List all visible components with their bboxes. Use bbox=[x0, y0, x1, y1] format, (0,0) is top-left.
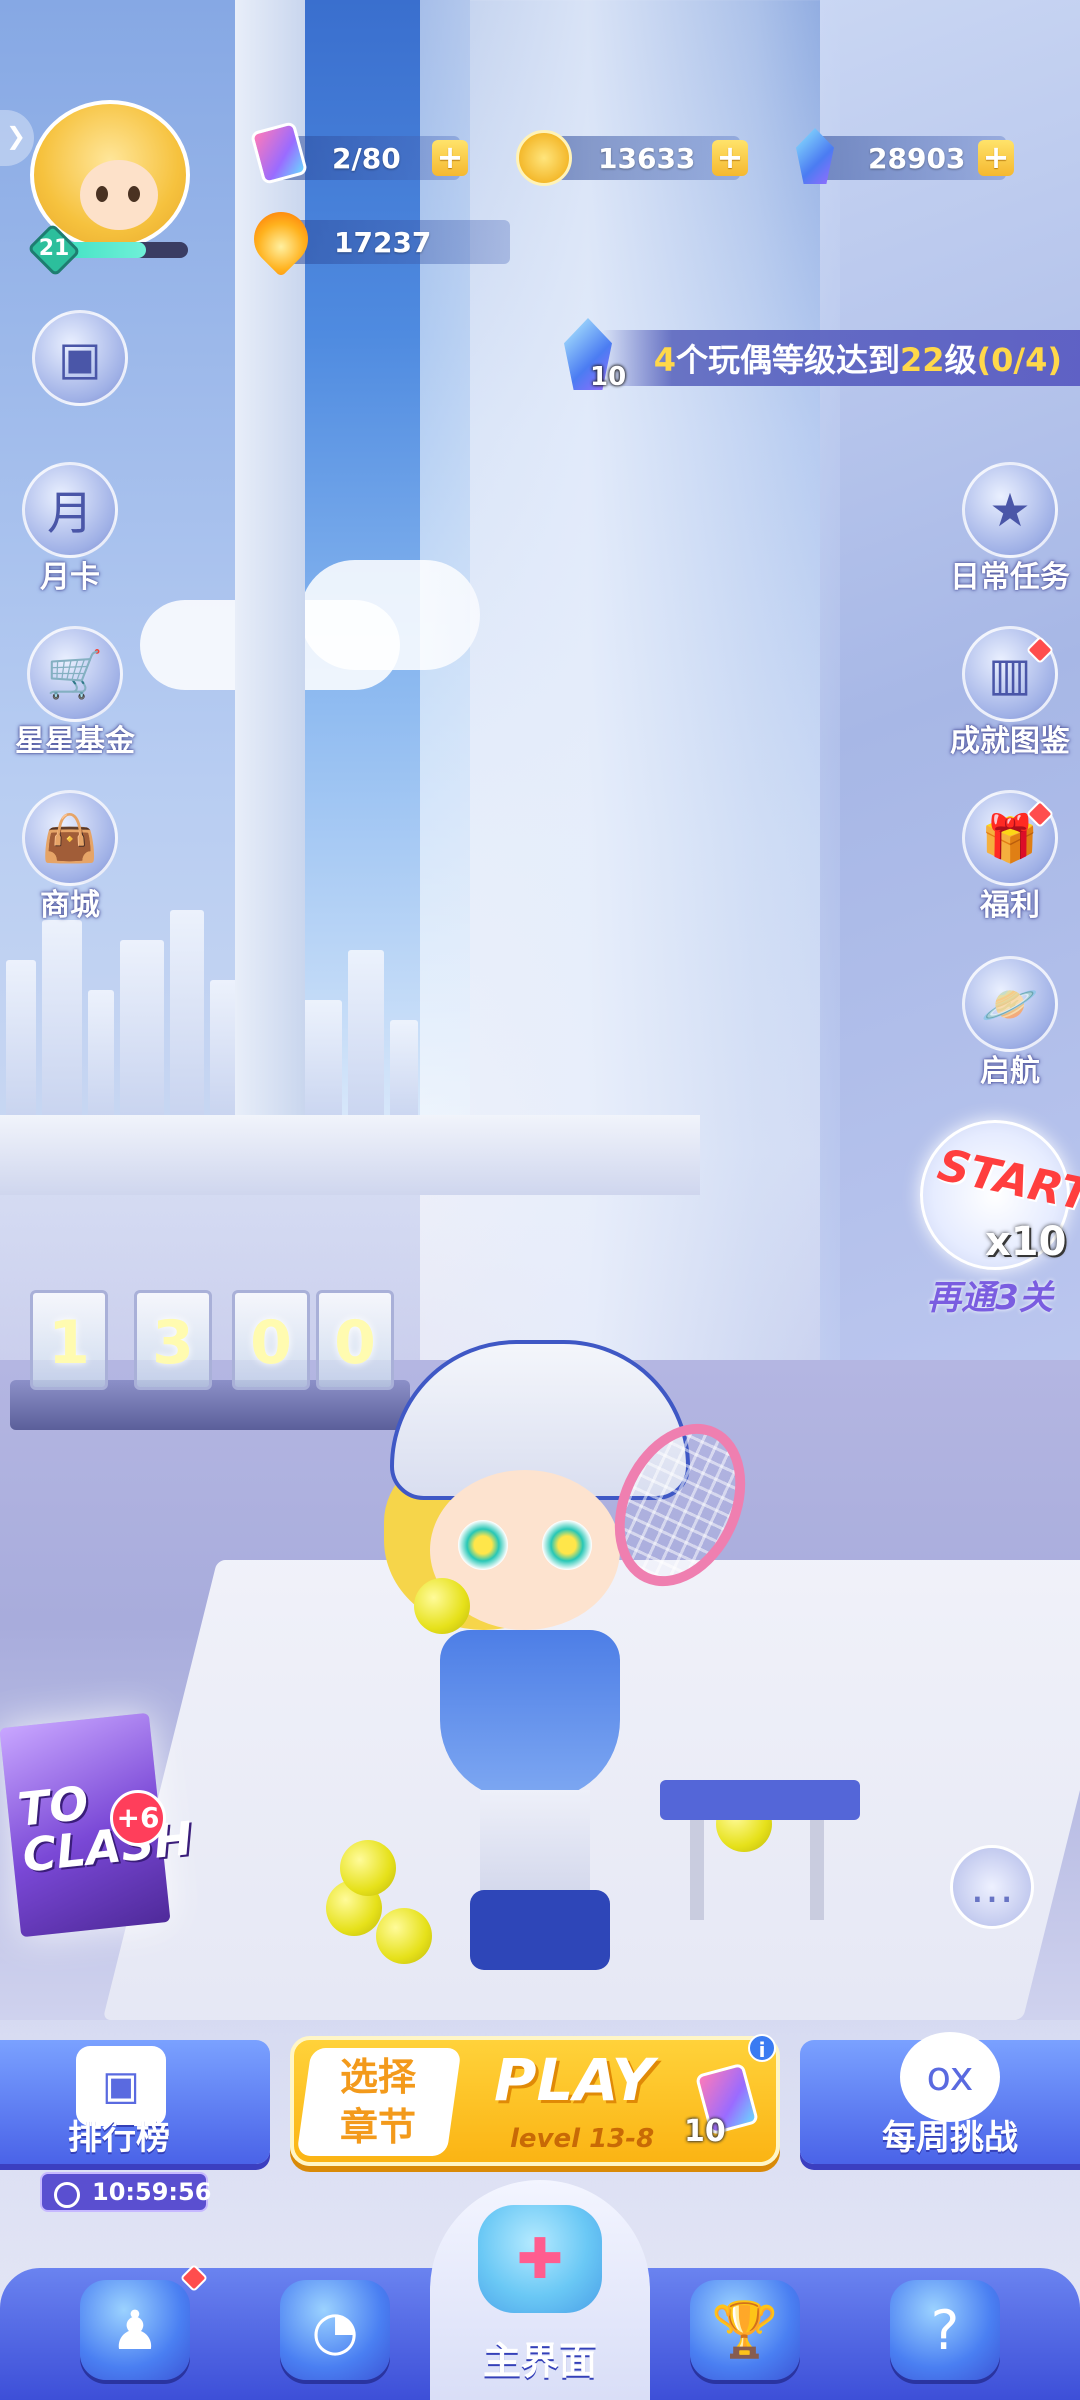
tennis-ball bbox=[340, 1840, 396, 1896]
add-coins-button[interactable]: + bbox=[712, 140, 748, 176]
tennis-ball bbox=[414, 1578, 470, 1634]
achievements-button[interactable]: ▥ 成就图鉴 bbox=[940, 626, 1080, 760]
quest-text: 4个玩偶等级达到22级(0/4) bbox=[653, 341, 1062, 379]
play-button[interactable]: 选择 章节 PLAY level 13-8 10 i bbox=[290, 2034, 780, 2166]
quest-reward-count: 10 bbox=[590, 362, 627, 392]
daily-tasks-label: 日常任务 bbox=[950, 560, 1070, 595]
nav-trophy[interactable]: 🏆 bbox=[680, 2270, 810, 2390]
nav-whistle[interactable]: ◔ bbox=[270, 2270, 400, 2390]
slot-machine-icon: ? bbox=[890, 2280, 1000, 2380]
welfare-button[interactable]: 🎁 福利 bbox=[940, 790, 1080, 924]
weekly-challenge-label: 每周挑战 bbox=[882, 2118, 1018, 2158]
month-card-button[interactable]: 月 月卡 bbox=[10, 462, 130, 596]
cube-face-button[interactable]: ▣ bbox=[20, 310, 140, 406]
start-bonus-button[interactable]: START x10 bbox=[920, 1120, 1080, 1270]
tickets-value: 2/80 bbox=[332, 141, 401, 175]
trophy-icon: 🏆 bbox=[690, 2280, 800, 2380]
coin-icon bbox=[516, 130, 572, 186]
score-digit: 3 bbox=[134, 1290, 212, 1390]
play-level: level 13-8 bbox=[510, 2124, 655, 2154]
player-level-bar: 21 bbox=[27, 223, 190, 277]
doll-collection-icon: ♟ bbox=[80, 2280, 190, 2380]
play-title: PLAY bbox=[494, 2046, 654, 2114]
calendar-star-icon: ★ bbox=[962, 462, 1058, 558]
start-bonus-multiplier: x10 bbox=[985, 1219, 1067, 1265]
score-counter: 1 3 0 0 bbox=[10, 1290, 410, 1450]
nav-slot-machine[interactable]: ? bbox=[880, 2270, 1010, 2390]
shopping-bag-icon: 👜 bbox=[22, 790, 118, 886]
flame-points-value: 17237 bbox=[334, 225, 432, 259]
tennis-ball bbox=[376, 1908, 432, 1964]
month-card-icon: 月 bbox=[22, 462, 118, 558]
daily-tasks-button[interactable]: ★ 日常任务 bbox=[940, 462, 1080, 596]
leaderboard-label: 排行榜 bbox=[68, 2118, 170, 2158]
shopping-cart-icon: 🛒 bbox=[27, 626, 123, 722]
gift-box-text: TO CLASH bbox=[15, 1775, 196, 1883]
leaderboard-button[interactable]: ▣ 排行榜 bbox=[0, 2040, 270, 2164]
gamepad-icon[interactable]: ✚ bbox=[478, 2205, 602, 2313]
star-fund-button[interactable]: 🛒 星星基金 bbox=[10, 626, 140, 760]
add-crystals-button[interactable]: + bbox=[978, 140, 1014, 176]
planet-icon: 🪐 bbox=[962, 956, 1058, 1052]
player-level: 21 bbox=[38, 236, 70, 261]
avatar-face bbox=[80, 160, 158, 230]
quest-banner[interactable]: 4个玩偶等级达到22级(0/4) bbox=[600, 330, 1080, 386]
leaderboard-timer: 10:59:56 bbox=[40, 2172, 211, 2212]
nav-doll-collection[interactable]: ♟ bbox=[70, 2270, 200, 2390]
select-chapter-label: 选择 章节 bbox=[340, 2055, 417, 2149]
crystals-value: 28903 bbox=[868, 141, 966, 175]
score-digit: 0 bbox=[232, 1290, 310, 1390]
doll-dress bbox=[440, 1630, 620, 1800]
set-sail-label: 启航 bbox=[980, 1054, 1040, 1089]
add-tickets-button[interactable]: + bbox=[432, 140, 468, 176]
welfare-label: 福利 bbox=[980, 888, 1040, 923]
ox-icon: ox bbox=[900, 2032, 1000, 2122]
achievements-label: 成就图鉴 bbox=[950, 724, 1070, 759]
doll-boots bbox=[470, 1890, 610, 1970]
info-icon[interactable]: i bbox=[748, 2034, 776, 2062]
month-card-label: 月卡 bbox=[40, 560, 100, 595]
chat-bubble-icon: … bbox=[970, 1861, 1014, 1913]
shop-label: 商城 bbox=[40, 888, 100, 923]
set-sail-button[interactable]: 🪐 启航 bbox=[940, 956, 1080, 1090]
chair bbox=[660, 1740, 860, 1920]
nav-home-label[interactable]: 主界面 bbox=[430, 2330, 650, 2385]
start-bonus-caption: 再通3关 bbox=[927, 1278, 1053, 1318]
weekly-challenge-button[interactable]: ox 每周挑战 bbox=[800, 2032, 1080, 2164]
play-cost: 10 bbox=[684, 2114, 726, 2149]
coins-value: 13633 bbox=[598, 141, 696, 175]
whistle-icon: ◔ bbox=[280, 2280, 390, 2380]
cube-face-icon: ▣ bbox=[32, 310, 128, 406]
star-fund-label: 星星基金 bbox=[15, 724, 135, 759]
window-sill bbox=[0, 1115, 700, 1195]
chat-button[interactable]: … bbox=[950, 1845, 1034, 1929]
shop-button[interactable]: 👜 商城 bbox=[10, 790, 130, 924]
crystals-counter: 28903 + bbox=[806, 136, 1014, 180]
gift-box-badge: +6 bbox=[110, 1790, 166, 1846]
score-digit: 1 bbox=[30, 1290, 108, 1390]
